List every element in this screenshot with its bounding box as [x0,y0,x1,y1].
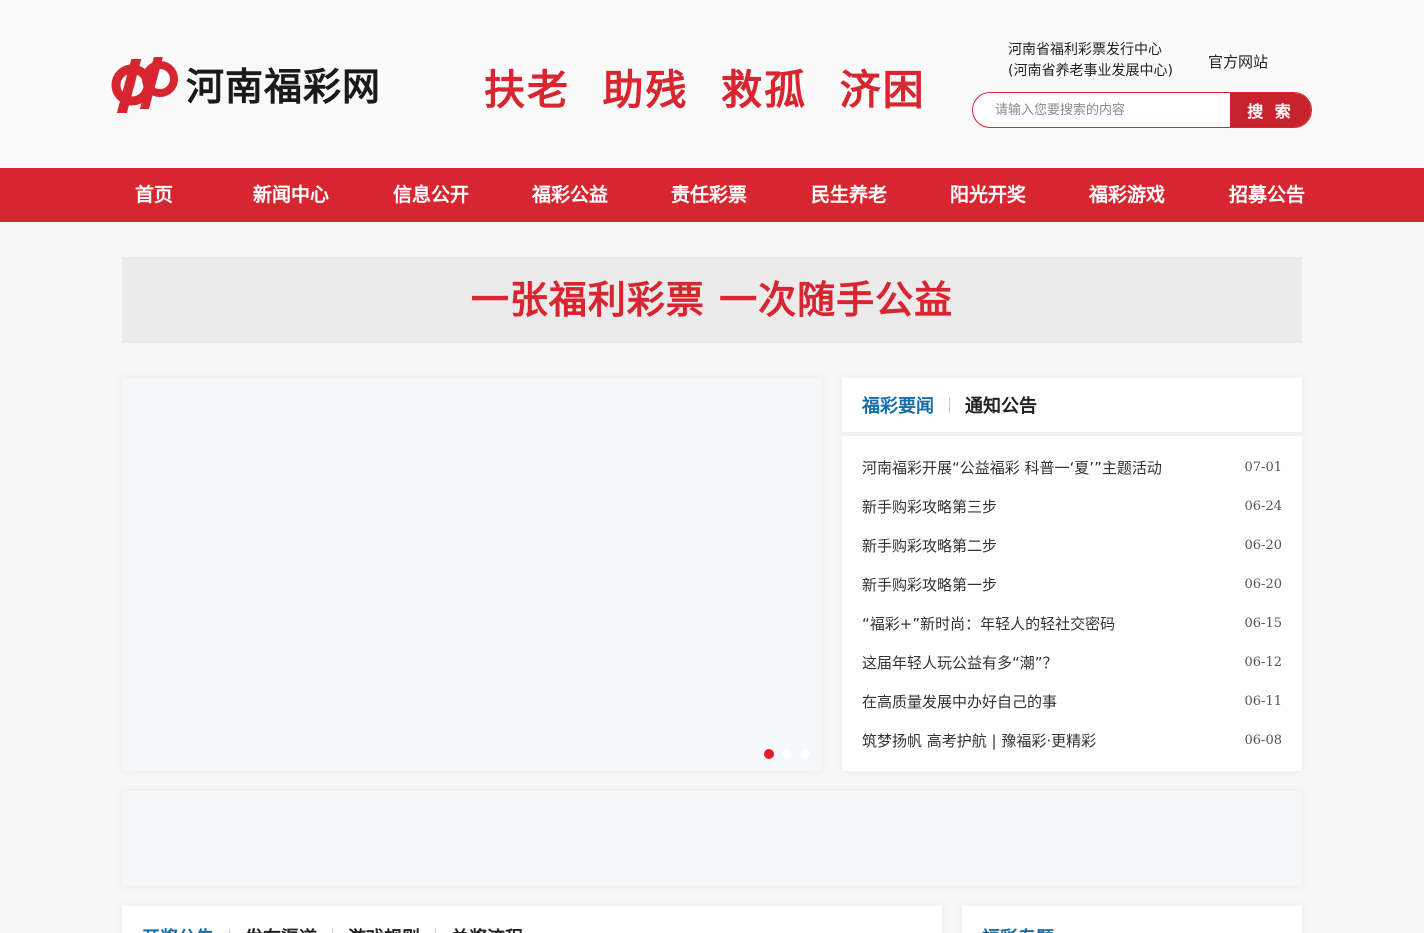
tab-lottery-topics[interactable]: 福彩专题 [982,924,1054,933]
news-date: 07-01 [1244,460,1282,475]
topics-panel: 福彩专题 [962,906,1302,933]
nav-item-elderly-care[interactable]: 民生养老 [811,168,887,222]
news-date: 06-20 [1244,538,1282,553]
list-item[interactable]: 新手购彩攻略第三步 06-24 [862,487,1282,526]
list-item[interactable]: 河南福彩开展“公益福彩 科普一‘夏’”主题活动 07-01 [862,448,1282,487]
logo-text: 河南福彩网 [186,64,382,109]
tab-redemption-process[interactable]: 兑奖流程 [451,924,523,933]
news-title[interactable]: 新手购彩攻略第三步 [862,496,997,517]
org-line-1: 河南省福利彩票发行中心 [1008,42,1162,58]
nav-item-draw[interactable]: 阳光开奖 [950,168,1026,222]
carousel-dots [764,749,810,759]
search-input[interactable] [973,93,1230,127]
nav-item-games[interactable]: 福彩游戏 [1089,168,1165,222]
nav-item-responsible-lottery[interactable]: 责任彩票 [671,168,747,222]
tab-notices[interactable]: 通知公告 [965,392,1037,418]
draw-info-panel: 开奖公告 发布渠道 游戏规则 兑奖流程 [122,906,942,933]
list-item[interactable]: 新手购彩攻略第二步 06-20 [862,526,1282,565]
search-bar: 搜 索 [972,92,1312,128]
site-logo[interactable]: 河南福彩网 [110,48,381,118]
image-carousel[interactable] [122,378,822,771]
nav-item-charity[interactable]: 福彩公益 [532,168,608,222]
list-item[interactable]: 这届年轻人玩公益有多“潮”？ 06-12 [862,643,1282,682]
promo-banner[interactable]: 一张福利彩票 一次随手公益 [122,257,1302,343]
ad-strip[interactable] [122,791,1302,886]
news-date: 06-12 [1244,655,1282,670]
site-header: 河南福彩网 扶老 助残 救孤 济困 河南省福利彩票发行中心 (河南省养老事业发展… [0,0,1424,168]
topics-tabs: 福彩专题 [962,906,1302,933]
list-item[interactable]: 在高质量发展中办好自己的事 06-11 [862,682,1282,721]
news-date: 06-20 [1244,577,1282,592]
tab-divider [332,929,333,933]
carousel-dot-2[interactable] [782,749,792,759]
news-panel: 福彩要闻 通知公告 河南福彩开展“公益福彩 科普一‘夏’”主题活动 07-01 新… [842,378,1302,771]
official-site-label: 官方网站 [1208,53,1269,71]
news-date: 06-15 [1244,616,1282,631]
tab-divider [949,397,950,413]
nav-item-info-disclosure[interactable]: 信息公开 [393,168,469,222]
list-item[interactable]: 新手购彩攻略第一步 06-20 [862,565,1282,604]
nav-item-news-center[interactable]: 新闻中心 [253,168,329,222]
news-title[interactable]: 这届年轻人玩公益有多“潮”？ [862,652,1058,673]
nav-item-home[interactable]: 首页 [135,168,173,222]
banner-text: 一张福利彩票 一次随手公益 [470,278,954,322]
org-line-2: (河南省养老事业发展中心) [1008,63,1173,79]
news-title[interactable]: 河南福彩开展“公益福彩 科普一‘夏’”主题活动 [862,457,1162,478]
news-title[interactable]: 在高质量发展中办好自己的事 [862,691,1057,712]
organization-name: 河南省福利彩票发行中心 (河南省养老事业发展中心) [1008,40,1173,82]
search-button[interactable]: 搜 索 [1230,93,1311,127]
news-title[interactable]: 新手购彩攻略第二步 [862,535,997,556]
carousel-dot-3[interactable] [800,749,810,759]
carousel-dot-1[interactable] [764,749,774,759]
list-item[interactable]: “福彩+”新时尚：年轻人的轻社交密码 06-15 [862,604,1282,643]
tab-draw-announcement[interactable]: 开奖公告 [142,924,214,933]
tab-lottery-news[interactable]: 福彩要闻 [862,392,934,418]
tab-divider [229,929,230,933]
draw-info-tabs: 开奖公告 发布渠道 游戏规则 兑奖流程 [122,906,942,933]
nav-item-recruitment[interactable]: 招募公告 [1229,168,1305,222]
news-title[interactable]: 筑梦扬帆 高考护航 | 豫福彩·更精彩 [862,730,1096,751]
news-date: 06-11 [1244,694,1282,709]
news-list: 河南福彩开展“公益福彩 科普一‘夏’”主题活动 07-01 新手购彩攻略第三步 06… [842,436,1302,760]
news-date: 06-24 [1244,499,1282,514]
tab-divider [435,929,436,933]
main-nav: 首页 新闻中心 信息公开 福彩公益 责任彩票 民生养老 阳光开奖 福彩游戏 招募… [0,168,1424,222]
welfare-lottery-logo-icon [110,49,182,117]
news-date: 06-08 [1244,733,1282,748]
header-slogan: 扶老 助残 救孤 济困 [484,66,926,114]
tab-release-channels[interactable]: 发布渠道 [245,924,317,933]
list-item[interactable]: 筑梦扬帆 高考护航 | 豫福彩·更精彩 06-08 [862,721,1282,760]
news-title[interactable]: “福彩+”新时尚：年轻人的轻社交密码 [862,613,1115,634]
tab-game-rules[interactable]: 游戏规则 [348,924,420,933]
news-tabs: 福彩要闻 通知公告 [842,378,1302,436]
news-title[interactable]: 新手购彩攻略第一步 [862,574,997,595]
